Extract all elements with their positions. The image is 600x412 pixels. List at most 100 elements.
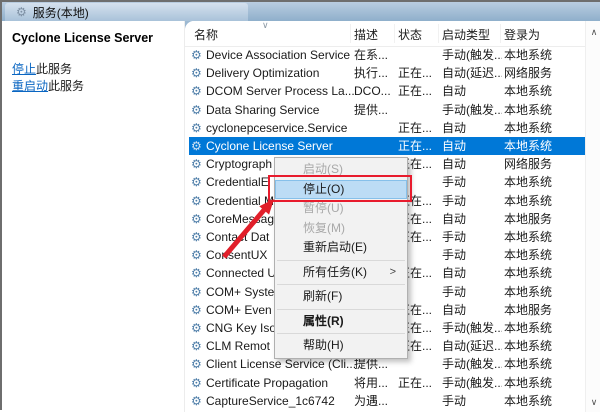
service-logon-as: 网络服务	[504, 155, 582, 173]
service-row[interactable]: ⚙Delivery Optimization执行...正在...自动(延迟...…	[189, 64, 585, 82]
service-gear-icon: ⚙	[191, 319, 202, 337]
service-startup-type: 自动	[442, 264, 502, 282]
menu-item[interactable]: 帮助(H)	[275, 336, 407, 356]
service-startup-type: 手动	[442, 246, 502, 264]
service-startup-type: 手动	[442, 228, 502, 246]
service-status: 正在...	[398, 119, 440, 137]
selected-service-name: Cyclone License Server	[12, 31, 174, 45]
stop-service-link[interactable]: 停止	[12, 62, 36, 76]
service-startup-type: 手动(触发...	[442, 319, 502, 337]
service-row[interactable]: ⚙Certificate Propagation将用...正在...手动(触发.…	[189, 374, 585, 392]
header-divider	[500, 24, 501, 43]
service-status: 正在...	[398, 82, 440, 100]
submenu-arrow-icon: >	[390, 263, 396, 283]
stop-service-suffix: 此服务	[36, 62, 72, 76]
service-gear-icon: ⚙	[191, 301, 202, 319]
scroll-up-icon[interactable]: ∧	[586, 27, 600, 38]
column-header-status[interactable]: 状态	[398, 26, 422, 43]
menu-item[interactable]: 重新启动(E)	[275, 238, 407, 258]
service-gear-icon: ⚙	[191, 192, 202, 210]
service-startup-type: 自动	[442, 155, 502, 173]
service-row[interactable]: ⚙cyclonepceservice.Service正在...自动本地系统	[189, 119, 585, 137]
service-logon-as: 本地系统	[504, 337, 582, 355]
pane-title: 服务(本地)	[33, 4, 89, 21]
service-row[interactable]: ⚙CaptureService_1c6742为遇...手动本地系统	[189, 392, 585, 410]
service-gear-icon: ⚙	[191, 101, 202, 119]
menu-item[interactable]: 停止(O)	[275, 180, 407, 200]
service-gear-icon: ⚙	[191, 155, 202, 173]
service-startup-type: 手动	[442, 192, 502, 210]
service-gear-icon: ⚙	[191, 374, 202, 392]
service-startup-type: 手动(触发...	[442, 355, 502, 373]
service-description: 为遇...	[354, 392, 396, 410]
service-logon-as: 本地系统	[504, 46, 582, 64]
service-gear-icon: ⚙	[191, 392, 202, 410]
service-description: 在系...	[354, 46, 396, 64]
column-header-desc[interactable]: 描述	[354, 26, 378, 43]
service-gear-icon: ⚙	[191, 46, 202, 64]
scroll-down-icon[interactable]: ∨	[586, 397, 600, 408]
service-logon-as: 本地系统	[504, 228, 582, 246]
service-gear-icon: ⚙	[191, 119, 202, 137]
restart-service-suffix: 此服务	[48, 79, 84, 93]
service-row[interactable]: ⚙Data Sharing Service提供...手动(触发...本地系统	[189, 101, 585, 119]
service-name: Device Association Service	[206, 46, 456, 64]
service-status: 正在...	[398, 374, 440, 392]
service-startup-type: 手动(触发...	[442, 101, 502, 119]
restart-service-link[interactable]: 重启动	[12, 79, 48, 93]
menu-item[interactable]: 所有任务(K)>	[275, 263, 407, 283]
service-logon-as: 网络服务	[504, 64, 582, 82]
service-logon-as: 本地系统	[504, 137, 582, 155]
service-logon-as: 本地系统	[504, 192, 582, 210]
column-header-logon[interactable]: 登录为	[504, 26, 540, 43]
service-gear-icon: ⚙	[191, 137, 202, 155]
service-row[interactable]: ⚙Cyclone License Server正在...自动本地系统	[189, 137, 585, 155]
service-startup-type: 手动	[442, 283, 502, 301]
service-logon-as: 本地系统	[504, 101, 582, 119]
service-gear-icon: ⚙	[191, 210, 202, 228]
menu-separator	[277, 260, 405, 261]
service-startup-type: 自动(延迟...	[442, 337, 502, 355]
service-status: 正在...	[398, 137, 440, 155]
service-logon-as: 本地服务	[504, 301, 582, 319]
service-description: DCO...	[354, 82, 396, 100]
menu-separator	[277, 309, 405, 310]
service-startup-type: 手动(触发...	[442, 46, 502, 64]
service-gear-icon: ⚙	[191, 355, 202, 373]
service-description: 执行...	[354, 64, 396, 82]
column-header-name[interactable]: 名称	[194, 26, 218, 43]
service-logon-as: 本地系统	[504, 374, 582, 392]
service-summary-panel: Cyclone License Server 停止此服务 重启动此服务	[2, 21, 185, 412]
services-local-tab: ⚙ 服务(本地)	[5, 3, 248, 21]
service-logon-as: 本地系统	[504, 246, 582, 264]
column-header-startup[interactable]: 启动类型	[442, 26, 490, 43]
restart-service-line: 重启动此服务	[12, 78, 174, 95]
vertical-scrollbar[interactable]: ∧ ∨	[585, 21, 600, 412]
service-gear-icon: ⚙	[191, 283, 202, 301]
menu-item: 暂停(U)	[275, 199, 407, 219]
service-startup-type: 手动	[442, 392, 502, 410]
service-row[interactable]: ⚙DCOM Server Process La...DCO...正在...自动本…	[189, 82, 585, 100]
menu-item: 启动(S)	[275, 160, 407, 180]
menu-item[interactable]: 属性(R)	[275, 312, 407, 332]
service-gear-icon: ⚙	[191, 173, 202, 191]
service-logon-as: 本地系统	[504, 319, 582, 337]
service-startup-type: 自动(延迟...	[442, 64, 502, 82]
header-divider	[438, 24, 439, 43]
service-logon-as: 本地系统	[504, 82, 582, 100]
service-gear-icon: ⚙	[191, 228, 202, 246]
service-gear-icon: ⚙	[191, 246, 202, 264]
service-status: 正在...	[398, 64, 440, 82]
service-logon-as: 本地服务	[504, 210, 582, 228]
service-row[interactable]: ⚙Device Association Service在系... 手动(触发...…	[189, 46, 585, 64]
services-window: ⚙ 服务(本地) Cyclone License Server 停止此服务 重启…	[0, 0, 600, 410]
menu-item[interactable]: 刷新(F)	[275, 287, 407, 307]
services-gear-icon: ⚙	[16, 6, 27, 18]
service-logon-as: 本地系统	[504, 173, 582, 191]
header-divider	[350, 24, 351, 43]
service-gear-icon: ⚙	[191, 264, 202, 282]
service-name: Data Sharing Service	[206, 101, 456, 119]
service-startup-type: 自动	[442, 82, 502, 100]
menu-separator	[277, 333, 405, 334]
service-startup-type: 自动	[442, 137, 502, 155]
